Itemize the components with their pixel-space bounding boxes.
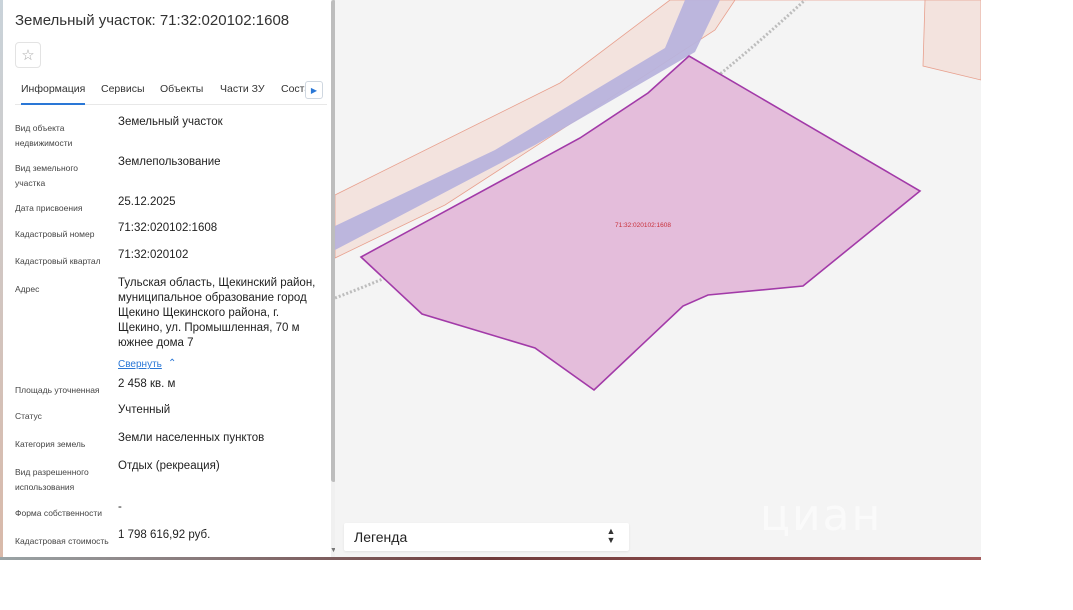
star-outline-icon[interactable]: ☆: [15, 42, 41, 68]
bottom-edge-strip: [0, 557, 981, 560]
map-canvas[interactable]: 71:32:020102:1608: [335, 0, 981, 560]
property-value: 2 458 кв. м: [118, 378, 176, 390]
info-panel: Земельный участок: 71:32:020102:1608 ☆ И…: [3, 0, 335, 560]
tab-land-parts[interactable]: Части ЗУ: [220, 76, 265, 103]
scroll-down-arrow-icon[interactable]: ▼: [330, 547, 335, 554]
property-value: Землепользование: [118, 156, 221, 168]
chevron-up-icon[interactable]: ⌃: [168, 358, 176, 369]
property-label: Площадь уточненная: [15, 385, 100, 395]
property-value: 71:32:020102: [118, 249, 189, 261]
cian-watermark: циан: [760, 490, 883, 541]
property-value: Земли населенных пунктов: [118, 432, 265, 444]
property-value: 1 798 616,92 руб.: [118, 529, 211, 541]
property-label: Кадастровый номер: [15, 229, 95, 239]
collapse-link[interactable]: Свернуть: [118, 359, 162, 370]
property-value: 71:32:020102:1608: [118, 222, 218, 234]
property-value: Земельный участок: [118, 116, 223, 128]
tab-bar: Информация Сервисы Объекты Части ЗУ Сост…: [15, 76, 327, 105]
cadastral-map-app: 71:32:020102:1608 циан Легенда ▲ ▼ Земель…: [0, 0, 981, 560]
property-label: Дата присвоения: [15, 203, 83, 213]
property-label: Кадастровая стоимость: [15, 536, 109, 546]
property-label: Вид объекта недвижимости: [15, 123, 73, 148]
tab-services[interactable]: Сервисы: [101, 76, 145, 103]
tab-information[interactable]: Информация: [21, 76, 86, 105]
property-label: Кадастровый квартал: [15, 256, 101, 266]
address-value: Тульская область, Щекинский район, муниц…: [118, 277, 316, 349]
map-layer[interactable]: 71:32:020102:1608: [335, 0, 981, 560]
property-value: Отдых (рекреация): [118, 460, 220, 472]
legend-label: Легенда: [354, 529, 408, 545]
property-value: Учтенный: [118, 404, 171, 416]
page-title: Земельный участок: 71:32:020102:1608: [15, 12, 290, 29]
chevron-right-icon[interactable]: ▶: [305, 81, 323, 99]
property-label: Категория земель: [15, 439, 86, 449]
tab-objects[interactable]: Объекты: [160, 76, 203, 103]
property-label: Вид разрешенного использования: [15, 467, 89, 492]
property-label: Адрес: [15, 284, 40, 294]
property-label: Форма собственности: [15, 508, 102, 518]
zone-boundary-area-2[interactable]: [922, 0, 981, 81]
property-label: Статус: [15, 411, 42, 421]
property-label: Вид земельного участка: [15, 163, 79, 188]
property-value: -: [118, 501, 122, 513]
panel-scrollbar-thumb[interactable]: [331, 0, 335, 482]
legend-dropdown[interactable]: Легенда ▲ ▼: [344, 523, 629, 551]
parcel-cadastral-label: 71:32:020102:1608: [615, 222, 671, 229]
chevron-up-down-icon: ▲ ▼: [606, 526, 616, 545]
property-value: 25.12.2025: [118, 196, 176, 208]
